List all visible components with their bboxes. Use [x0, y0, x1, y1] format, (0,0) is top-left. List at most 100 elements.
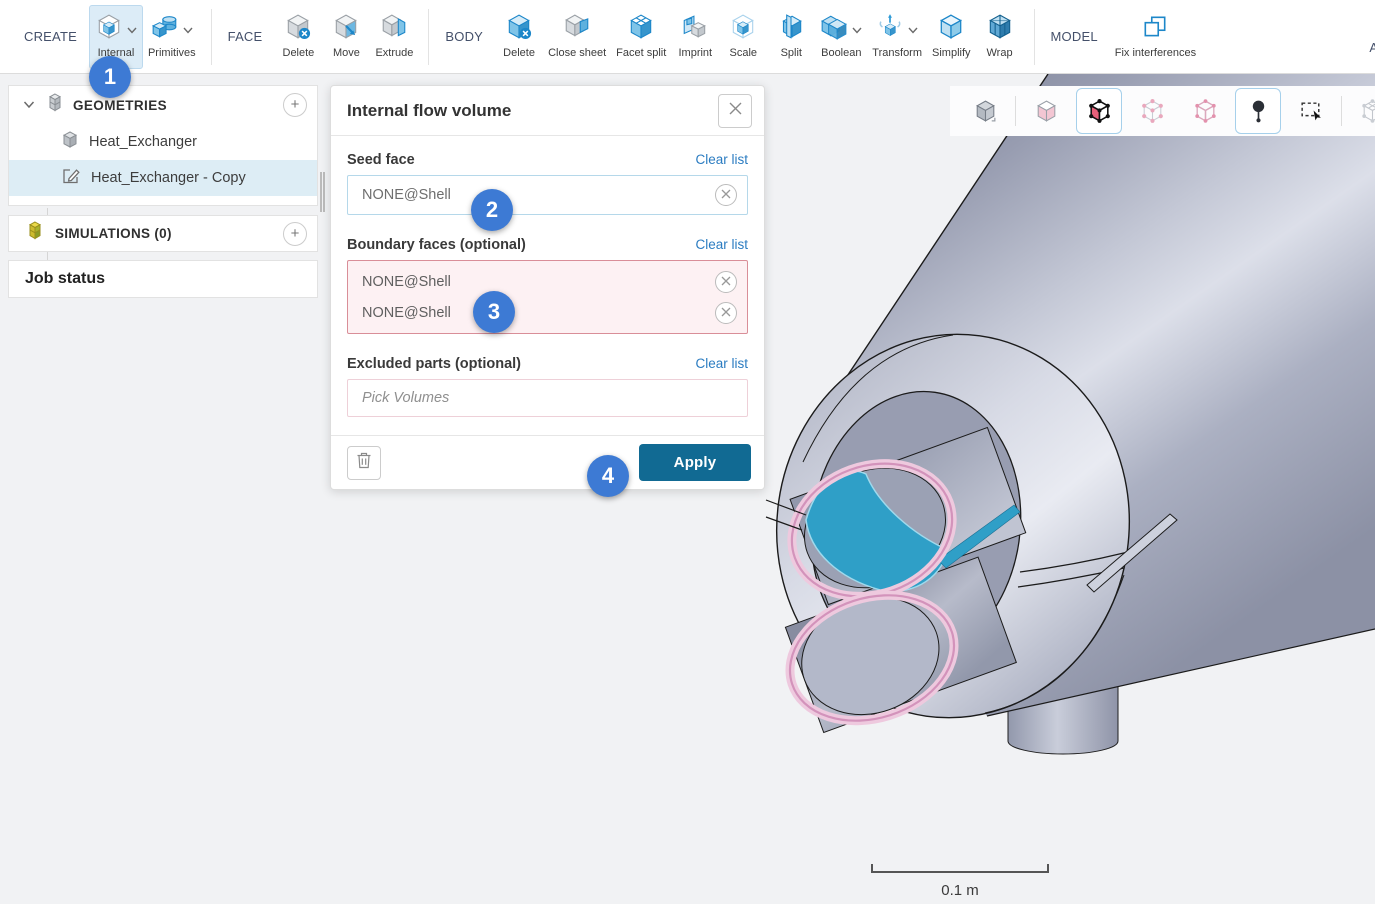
internal-volume-icon [95, 13, 123, 46]
body-delete-icon [505, 13, 533, 46]
select-assembly-icon[interactable] [1349, 88, 1375, 134]
chevron-down-icon[interactable] [23, 96, 35, 114]
job-status-panel[interactable]: Job status [8, 260, 318, 298]
chevron-down-icon [183, 21, 193, 39]
transform-icon [876, 13, 904, 46]
internal-flow-volume-dialog: Internal flow volume Seed face Clear lis… [330, 85, 765, 490]
geometries-icon [45, 93, 65, 118]
trash-icon [356, 452, 372, 474]
seed-face-label: Seed face [347, 152, 695, 168]
boundary-faces-label: Boundary faces (optional) [347, 237, 695, 253]
add-simulation-button[interactable]: + [283, 222, 307, 246]
face-move-icon [332, 13, 360, 46]
primitives-icon [151, 13, 179, 46]
tool-face-move[interactable]: Move [322, 5, 370, 69]
sidebar-resize-handle[interactable] [320, 172, 325, 212]
split-icon [777, 13, 805, 46]
close-icon [728, 101, 743, 121]
remove-seed-face-button[interactable] [715, 184, 737, 206]
toolbar-separator [211, 9, 212, 65]
boundary-face-value: NONE@Shell [362, 305, 715, 321]
select-body-icon[interactable] [962, 88, 1008, 134]
boundary-face-value: NONE@Shell [362, 274, 715, 290]
tool-scale[interactable]: Scale [719, 5, 767, 69]
sidebar-item-heat-exchanger-copy[interactable]: Heat_Exchanger - Copy [9, 160, 317, 196]
selection-mode-toolbar [950, 86, 1375, 136]
boundary-faces-list: NONE@Shell NONE@Shell [347, 260, 748, 334]
step-badge-2: 2 [471, 189, 513, 231]
excluded-parts-input[interactable] [347, 379, 748, 417]
boundary-faces-clear-link[interactable]: Clear list [695, 237, 748, 252]
boundary-face-row[interactable]: NONE@Shell [348, 266, 747, 297]
chevron-down-icon [127, 21, 137, 39]
toolbar-separator [1341, 96, 1342, 126]
excluded-parts-clear-link[interactable]: Clear list [695, 356, 748, 371]
select-volume-icon[interactable] [1023, 88, 1069, 134]
tool-boolean[interactable]: Boolean [815, 5, 867, 69]
tool-transform[interactable]: Transform [867, 5, 927, 69]
remove-icon [721, 186, 731, 204]
tool-split[interactable]: Split [767, 5, 815, 69]
geometry-item-label: Heat_Exchanger [89, 134, 197, 150]
job-status-label: Job status [25, 270, 105, 288]
delete-operation-button[interactable] [347, 446, 381, 480]
tool-facet-split[interactable]: Facet split [611, 5, 671, 69]
select-edge-icon[interactable] [1129, 88, 1175, 134]
wrap-icon [986, 13, 1014, 46]
step-badge-1: 1 [89, 56, 131, 98]
tool-primitives[interactable]: Primitives [143, 5, 201, 69]
box-select-icon[interactable] [1288, 88, 1334, 134]
face-delete-icon [284, 13, 312, 46]
remove-icon [721, 304, 731, 322]
section-label-body: BODY [445, 29, 483, 44]
facet-split-icon [627, 13, 655, 46]
section-label-face: FACE [228, 29, 263, 44]
toolbar-separator [1015, 96, 1016, 126]
main-toolbar: CREATE Internal Primitives FACE Delete M… [0, 0, 1375, 74]
tool-wrap[interactable]: Wrap [976, 5, 1024, 69]
close-dialog-button[interactable] [718, 94, 752, 128]
select-face-icon[interactable] [1076, 88, 1122, 134]
tool-fix-interferences[interactable]: Fix interferences [1110, 5, 1201, 69]
toolbar-separator [428, 9, 429, 65]
remove-boundary-face-button[interactable] [715, 271, 737, 293]
tool-face-delete[interactable]: Delete [274, 5, 322, 69]
toolbar-overflow-label: A [1369, 40, 1375, 55]
sidebar-item-heat-exchanger[interactable]: Heat_Exchanger [9, 124, 317, 160]
seed-face-clear-link[interactable]: Clear list [695, 152, 748, 167]
tool-simplify[interactable]: Simplify [927, 5, 976, 69]
seed-face-value: NONE@Shell [362, 187, 715, 203]
fix-interferences-icon [1141, 13, 1169, 46]
tool-close-sheet[interactable]: Close sheet [543, 5, 611, 69]
tool-body-delete[interactable]: Delete [495, 5, 543, 69]
add-geometry-button[interactable]: + [283, 93, 307, 117]
apply-button[interactable]: Apply [639, 444, 751, 481]
remove-boundary-face-button[interactable] [715, 302, 737, 324]
seed-face-picker[interactable]: NONE@Shell [347, 175, 748, 215]
scale-bar [871, 864, 1049, 873]
step-badge-4: 4 [587, 455, 629, 497]
geometries-header-label: GEOMETRIES [73, 98, 283, 113]
step-badge-3: 3 [473, 291, 515, 333]
tool-imprint[interactable]: Imprint [671, 5, 719, 69]
scale-icon [729, 13, 757, 46]
select-vertex-icon[interactable] [1182, 88, 1228, 134]
geometry-item-label: Heat_Exchanger - Copy [91, 170, 246, 186]
chevron-down-icon [852, 21, 862, 39]
remove-icon [721, 273, 731, 291]
part-icon [61, 131, 79, 153]
geometries-panel: GEOMETRIES + Heat_Exchanger Heat_Exchang… [8, 85, 318, 206]
scale-bar-label: 0.1 m [871, 882, 1049, 899]
section-label-create: CREATE [24, 29, 77, 44]
simulations-panel[interactable]: SIMULATIONS (0) + [8, 215, 318, 252]
tool-face-extrude[interactable]: Extrude [370, 5, 418, 69]
probe-point-icon[interactable] [1235, 88, 1281, 134]
dialog-title: Internal flow volume [347, 101, 718, 121]
section-label-model: MODEL [1051, 29, 1098, 44]
boundary-face-row[interactable]: NONE@Shell [348, 297, 747, 328]
edit-icon [61, 166, 81, 190]
toolbar-separator [1034, 9, 1035, 65]
close-sheet-icon [563, 13, 591, 46]
boolean-icon [820, 13, 848, 46]
chevron-down-icon [908, 21, 918, 39]
